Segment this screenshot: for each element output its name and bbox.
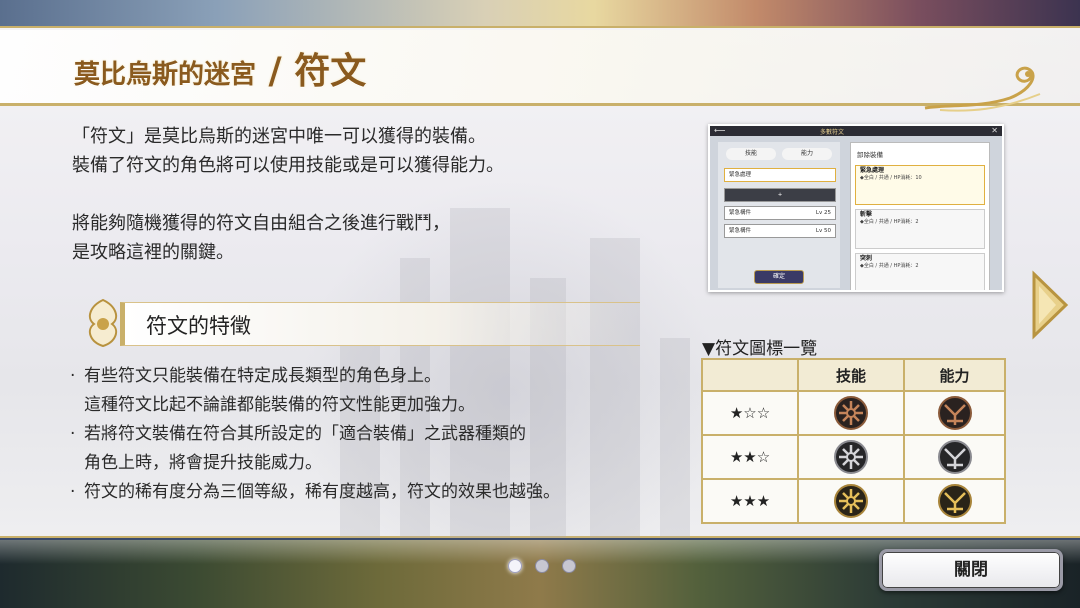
rarity-stars: ★★★ [701,478,799,524]
page-indicator [508,558,584,574]
rune-cell [797,434,905,480]
preview-tab-ability: 能力 [782,148,832,160]
page-title-separator: / [256,50,295,92]
features-list: · 有些符文只能裝備在特定成長類型的角色身上。 這種符文比起不論誰都能裝備的符文性… [70,362,690,507]
preview-slot: 緊急構件 Lv 25 [724,206,836,220]
preview-rune-card: 緊急處理 ◆全白 / 共通 / HP消耗：10 [855,165,985,205]
rune-cell [903,434,1006,480]
intro-text: 「符文」是莫比烏斯的迷宮中唯一可以獲得的裝備。 裝備了符文的角色將可以使用技能或… [72,122,632,267]
rarity-stars: ★☆☆ [701,390,799,436]
feature-item: · 符文的稀有度分為三個等級，稀有度越高，符文的效果也越強。 [70,482,560,502]
features-section-header: 符文的特徵 [80,292,660,354]
table-row: ★★☆ [701,434,1006,480]
silver-skill-rune-icon [834,440,868,474]
rune-cell [903,478,1006,524]
bronze-ability-rune-icon [937,396,972,430]
preview-rune-card: 突刺 ◆全白 / 共通 / HP消耗：2 [855,253,985,290]
feature-text: 有些符文只能裝備在特定成長類型的角色身上。 [84,366,441,386]
table-row: ★☆☆ [701,390,1006,436]
preview-right-pane: 卸除裝備 緊急處理 ◆全白 / 共通 / HP消耗：10 斬擊 ◆全白 / 共通 /… [850,142,990,290]
rune-icon-table: 技能 能力 ★☆☆ ★★☆ ★★★ [701,358,1006,524]
preview-top-bar [710,126,1002,136]
page-dot[interactable] [535,559,550,573]
feature-text: 角色上時，將會提升技能威力。 [84,453,322,473]
gold-ornament-icon [924,66,1041,112]
page-dot-active[interactable] [508,559,522,573]
gold-ability-rune-icon [937,484,972,518]
feature-item-cont: 角色上時，將會提升技能威力。 [70,449,690,478]
intro-line: 裝備了符文的角色將可以使用技能或是可以獲得能力。 [72,155,504,176]
rune-icon-table-title: ▼符文圖標一覽 [702,339,818,359]
preview-left-pane: 技能 能力 緊急處理 + 緊急構件 Lv 25 緊急構件 Lv 50 確定 [718,142,840,288]
intro-line: 「符文」是莫比烏斯的迷宮中唯一可以獲得的裝備。 [72,126,486,147]
table-header: 能力 [903,358,1006,392]
rune-cell [797,478,905,524]
rune-cell [797,390,905,436]
rune-cell [903,390,1006,436]
rarity-stars: ★★☆ [701,434,799,480]
page-dot[interactable] [562,559,577,573]
preview-tab-skill: 技能 [726,148,776,160]
preview-slot: 緊急構件 Lv 50 [724,224,836,238]
feature-text: 符文的稀有度分為三個等級，稀有度越高，符文的效果也越強。 [84,482,560,502]
gold-skill-rune-icon [834,484,868,518]
silver-ability-rune-icon [937,440,972,474]
table-header: 技能 [797,358,905,392]
section-title: 符文的特徵 [146,314,251,338]
back-arrow-icon: ⟵ [714,126,726,135]
feature-item-cont: 這種符文比起不論誰都能裝備的符文性能更加強力。 [70,391,690,420]
preview-confirm-button: 確定 [754,270,804,284]
page-title: 莫比烏斯的迷宮 / 符文 [74,42,366,92]
close-x-icon: ✕ [991,126,998,135]
feature-text: 若將符文裝備在符合其所設定的「適合裝備」之武器種類的 [84,424,526,444]
crest-ornament-icon [88,298,118,348]
feature-text: 這種符文比起不論誰都能裝備的符文性能更加強力。 [84,395,475,415]
close-button[interactable]: 關閉 [879,549,1063,591]
next-page-arrow-icon[interactable] [1030,270,1070,340]
bronze-skill-rune-icon [834,396,868,430]
preview-rune-card: 斬擊 ◆全白 / 共通 / HP消耗：2 [855,209,985,249]
preview-slot: 緊急處理 [724,168,836,182]
intro-line: 是攻略這裡的關鍵。 [72,242,234,263]
preview-right-header: 卸除裝備 [857,151,883,159]
rune-screen-preview: ⟵ 多數符文 ✕ 技能 能力 緊急處理 + 緊急構件 Lv 25 緊急構件 Lv 5… [708,124,1004,292]
table-row: ★★★ [701,478,1006,524]
table-header [701,358,799,392]
page-title-sub: 符文 [294,50,367,92]
preview-title: 多數符文 [820,129,845,136]
feature-item: · 有些符文只能裝備在特定成長類型的角色身上。 [70,366,441,386]
page-title-main: 莫比烏斯的迷宮 [74,60,257,90]
intro-line: 將能夠隨機獲得的符文自由組合之後進行戰鬥， [72,213,450,234]
preview-slot-add: + [724,188,836,202]
feature-item: · 若將符文裝備在符合其所設定的「適合裝備」之武器種類的 [70,424,526,444]
